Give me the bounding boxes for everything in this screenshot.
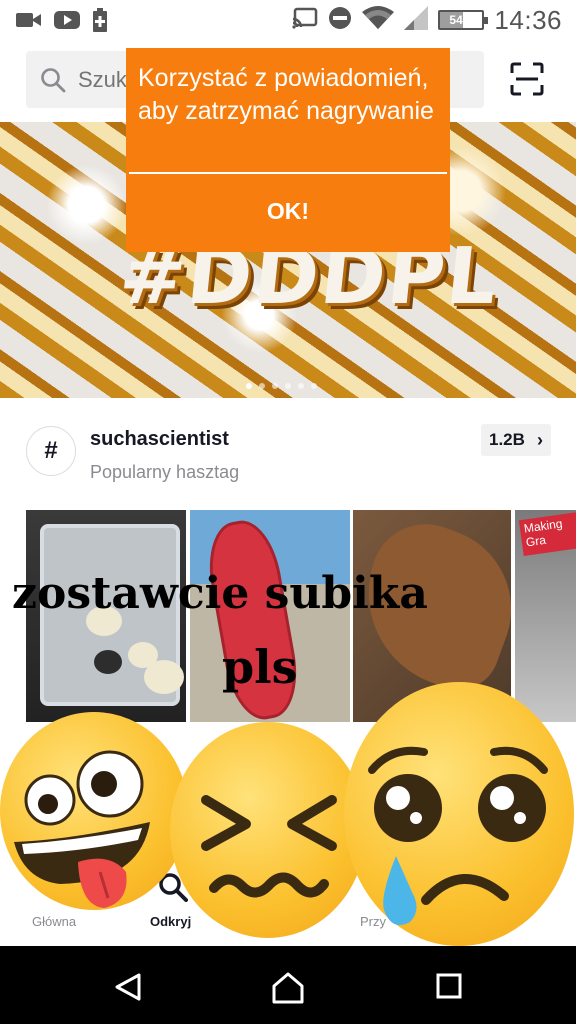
- pagination-dot: [259, 383, 265, 389]
- hashtag-icon: #: [26, 426, 76, 476]
- sad-sweat-face-emoji: [344, 682, 574, 946]
- thumbnail-detail: [94, 650, 122, 674]
- zany-face-emoji: [0, 712, 188, 910]
- pagination-dot: [311, 383, 317, 389]
- popup-divider: [129, 172, 447, 174]
- pagination-dot: [246, 383, 252, 389]
- ok-button[interactable]: OK!: [126, 198, 450, 252]
- system-navigation-bar: [0, 946, 576, 1024]
- confounded-face-emoji: [170, 722, 366, 938]
- back-icon[interactable]: [113, 972, 143, 1007]
- status-bar: 54% 14:36: [0, 0, 576, 40]
- battery-percent: 54%: [449, 13, 474, 27]
- view-count: 1.2B: [489, 430, 525, 449]
- recent-apps-icon[interactable]: [435, 972, 463, 1005]
- do-not-disturb-icon: [328, 6, 352, 35]
- battery-icon: 54%: [438, 10, 489, 30]
- wifi-icon: [362, 5, 395, 35]
- battery-saver-icon: [92, 8, 108, 37]
- overlay-caption-line1: zostawcie subika: [12, 568, 428, 619]
- video-camera-icon: [16, 11, 42, 34]
- view-count-badge[interactable]: 1.2B ›: [481, 424, 551, 456]
- hashtag-row[interactable]: # suchascientist Popularny hasztag 1.2B …: [0, 404, 576, 504]
- pagination-dot: [272, 383, 278, 389]
- cast-icon: [292, 7, 318, 34]
- search-icon: [40, 67, 66, 98]
- hashtag-subtitle: Popularny hasztag: [90, 462, 240, 482]
- hashtag-name[interactable]: suchascientist: [90, 428, 229, 451]
- youtube-icon: [54, 10, 80, 35]
- thumbnail-tag: Making Gra: [518, 511, 576, 556]
- scan-icon[interactable]: [510, 62, 544, 101]
- clock: 14:36: [494, 4, 562, 35]
- overlay-caption-line2: pls: [222, 640, 298, 694]
- banner-pagination: [246, 383, 317, 389]
- recording-notification-popup: Korzystać z powiadomień, aby zatrzymać n…: [126, 48, 450, 252]
- signal-icon: [404, 5, 429, 35]
- nav-home-label[interactable]: Główna: [32, 914, 76, 929]
- pagination-dot: [298, 383, 304, 389]
- pagination-dot: [285, 383, 291, 389]
- chevron-right-icon: ›: [537, 430, 543, 450]
- home-icon[interactable]: [271, 972, 305, 1009]
- thumbnail-detail: [144, 660, 184, 694]
- popup-message: Korzystać z powiadomień, aby zatrzymać n…: [138, 64, 434, 125]
